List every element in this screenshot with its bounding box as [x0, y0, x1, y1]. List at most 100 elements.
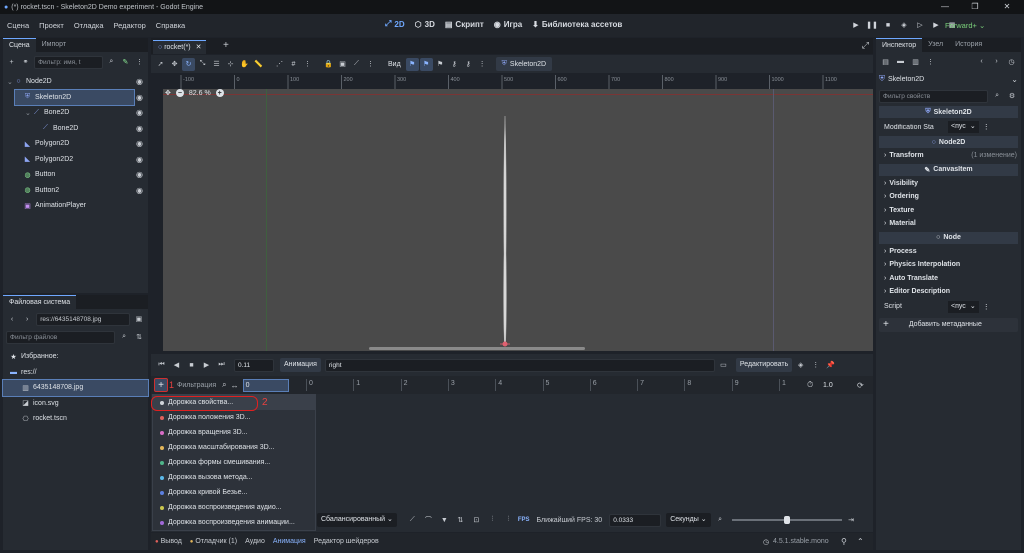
open-resource-icon[interactable]: ▬ — [894, 55, 907, 68]
bezier-key-icon[interactable]: ⊡ — [470, 514, 483, 527]
add-track-item[interactable]: Дорожка положения 3D... — [153, 410, 315, 425]
snap-options-icon[interactable]: ⋮ — [301, 58, 314, 71]
keyframe-scale-icon[interactable]: ⚑ — [434, 58, 447, 71]
loop-icon[interactable]: ⟳ — [857, 381, 864, 390]
edit-menu[interactable]: Редактировать — [735, 358, 793, 372]
back-icon[interactable]: ‹ — [975, 55, 988, 68]
scene-node-button2[interactable]: ◍ Button2 ◉ — [3, 183, 148, 199]
menu-item-1[interactable]: Проект — [34, 21, 69, 30]
scene-node-polygon2d2[interactable]: ◣ Polygon2D2 ◉ — [3, 152, 148, 168]
close-window-button[interactable]: ✕ — [992, 0, 1022, 14]
file-item[interactable]: ★ Избранное: — [3, 349, 148, 365]
horizontal-scrollbar[interactable] — [369, 347, 585, 350]
tab-filesystem[interactable]: Файловая система — [3, 295, 77, 309]
play-backwards-icon[interactable]: ◀ — [170, 359, 183, 372]
fit-timeline-icon[interactable]: ⇥ — [845, 514, 858, 527]
search-icon[interactable]: ⌕ — [118, 331, 130, 344]
play-from-start-icon[interactable]: ⏭ — [215, 359, 228, 372]
skeleton-options-icon[interactable]: ⋮ — [364, 58, 377, 71]
onion-skin-icon[interactable]: ◈ — [794, 359, 807, 372]
renderer-select[interactable]: Forward+ ⌄ — [945, 21, 985, 30]
visibility-eye-icon[interactable]: ◉ — [136, 155, 143, 164]
distraction-free-icon[interactable]: ⤢ — [862, 40, 869, 51]
add-track-item[interactable]: Дорожка вызова метода... — [153, 470, 315, 485]
pause-icon[interactable]: ❚❚ — [865, 18, 879, 32]
tab-node[interactable]: Узел — [922, 38, 949, 52]
scene-node-button[interactable]: ◍ Button ◉ — [3, 167, 148, 183]
filesystem-path-input[interactable]: res://6435148708.jpg — [36, 312, 130, 326]
bottom-tab[interactable]: Анимация — [273, 538, 306, 545]
pan-mode-icon[interactable]: ✋ — [238, 58, 251, 71]
menu-item-0[interactable]: Сцена — [2, 21, 34, 30]
play-scene-icon[interactable]: ▷ — [913, 18, 927, 32]
curve-icon[interactable]: ⌒ — [422, 514, 435, 527]
lock-icon[interactable]: 🔒 — [322, 58, 335, 71]
pin-icon[interactable]: ⚲ — [841, 537, 847, 546]
add-track-item[interactable]: Дорожка воспроизведения аудио... — [153, 500, 315, 515]
menu-icon[interactable]: ⋮ — [134, 56, 145, 69]
scene-node-bone2d[interactable]: ⟋ Bone2D ◉ — [3, 121, 148, 137]
step-unit-select[interactable]: Секунды ⌄ — [666, 513, 711, 527]
menu-item-2[interactable]: Отладка — [69, 21, 109, 30]
script-attach-icon[interactable]: ✎ — [120, 56, 131, 69]
animation-menu[interactable]: Анимация — [280, 358, 321, 372]
pivot-icon[interactable]: ⊹ — [224, 58, 237, 71]
add-metadata-button[interactable]: + Добавить метаданные — [879, 317, 1018, 332]
scene-node-node2d[interactable]: ⌄ ○ Node2D ◉ — [3, 74, 148, 90]
move-mode-icon[interactable]: ✥ — [168, 58, 181, 71]
select-mode-icon[interactable]: ➚ — [154, 58, 167, 71]
scene-node-skeleton2d[interactable]: ⛨ Skeleton2D ◉ — [14, 88, 143, 106]
add-node-icon[interactable]: + — [6, 56, 17, 69]
rocket-sprite[interactable] — [493, 114, 517, 349]
bottom-tab[interactable]: Аудио — [245, 538, 265, 545]
workspace-game[interactable]: ◉ Игра — [489, 19, 527, 29]
pan-icon[interactable]: ✥ — [165, 89, 171, 97]
tab-history[interactable]: История — [949, 38, 988, 52]
section-process[interactable]: › Process — [876, 245, 1021, 259]
grid-snap-icon[interactable]: # — [287, 58, 300, 71]
visibility-eye-icon[interactable]: ◉ — [136, 170, 143, 179]
search-icon[interactable]: ⌕ — [106, 56, 117, 69]
forward-icon[interactable]: › — [990, 55, 1003, 68]
sort-icon[interactable]: ⇅ — [454, 514, 467, 527]
visibility-eye-icon[interactable]: ◉ — [136, 139, 143, 148]
stop-icon[interactable]: ■ — [185, 359, 198, 372]
add-track-item[interactable]: Дорожка кривой Безье... — [153, 485, 315, 500]
close-tab-icon[interactable]: ✕ — [196, 44, 202, 51]
canvas-viewport[interactable]: ✥ − 82.6 % + — [163, 89, 873, 351]
view-menu[interactable]: Вид — [384, 61, 405, 68]
search-icon[interactable]: ⌕ — [222, 380, 226, 390]
section-transform[interactable]: › Transform (1 изменение) — [876, 149, 1021, 163]
zoom-in-button[interactable]: + — [215, 89, 224, 97]
rotate-mode-icon[interactable]: ↻ — [182, 57, 195, 71]
new-resource-icon[interactable]: ▤ — [879, 55, 892, 68]
visibility-eye-icon[interactable]: ◉ — [136, 124, 143, 133]
scene-node-polygon2d[interactable]: ◣ Polygon2D ◉ — [3, 136, 148, 152]
bottom-tab[interactable]: ● Отладчик (1) — [190, 538, 237, 545]
stop-icon[interactable]: ■ — [881, 18, 895, 32]
visibility-eye-icon[interactable]: ◉ — [136, 77, 143, 86]
file-item[interactable]: ⎔ rocket.tscn — [3, 411, 148, 427]
play-backwards-from-end-icon[interactable]: ⏮ — [155, 359, 168, 372]
mod-stack-value[interactable]: <пус ⌄ — [948, 121, 979, 133]
animation-select[interactable]: right — [324, 358, 715, 372]
history-icon[interactable]: ◷ — [1005, 55, 1018, 68]
settings-icon[interactable]: ⚙ — [1006, 90, 1018, 103]
workspace-3d[interactable]: ⬡ 3D — [410, 19, 440, 29]
ruler-icon[interactable]: 📏 — [252, 58, 265, 71]
menu-item-3[interactable]: Редактор — [109, 21, 151, 30]
tab-rocket-scene[interactable]: ○ rocket(*) ✕ — [153, 40, 207, 54]
section-visibility[interactable]: › Visibility — [876, 177, 1021, 191]
keyframe-position-icon[interactable]: ⚑ — [405, 57, 419, 71]
tab-inspector[interactable]: Инспектор — [876, 38, 923, 52]
snap-timeline-icon[interactable]: ⫶ — [502, 514, 515, 527]
blend-mode-select[interactable]: Сбалансированный ⌄ — [317, 513, 397, 527]
play-icon[interactable]: ▶ — [200, 359, 213, 372]
list-select-icon[interactable]: ☰ — [210, 58, 223, 71]
add-track-item[interactable]: Дорожка масштабирования 3D... — [153, 440, 315, 455]
add-track-button[interactable]: + — [154, 378, 168, 392]
smart-snap-icon[interactable]: ⋰ — [273, 58, 286, 71]
save-resource-icon[interactable]: ▥ — [909, 55, 922, 68]
menu-item-4[interactable]: Справка — [151, 21, 190, 30]
options-icon[interactable]: ⋮ — [809, 359, 822, 372]
